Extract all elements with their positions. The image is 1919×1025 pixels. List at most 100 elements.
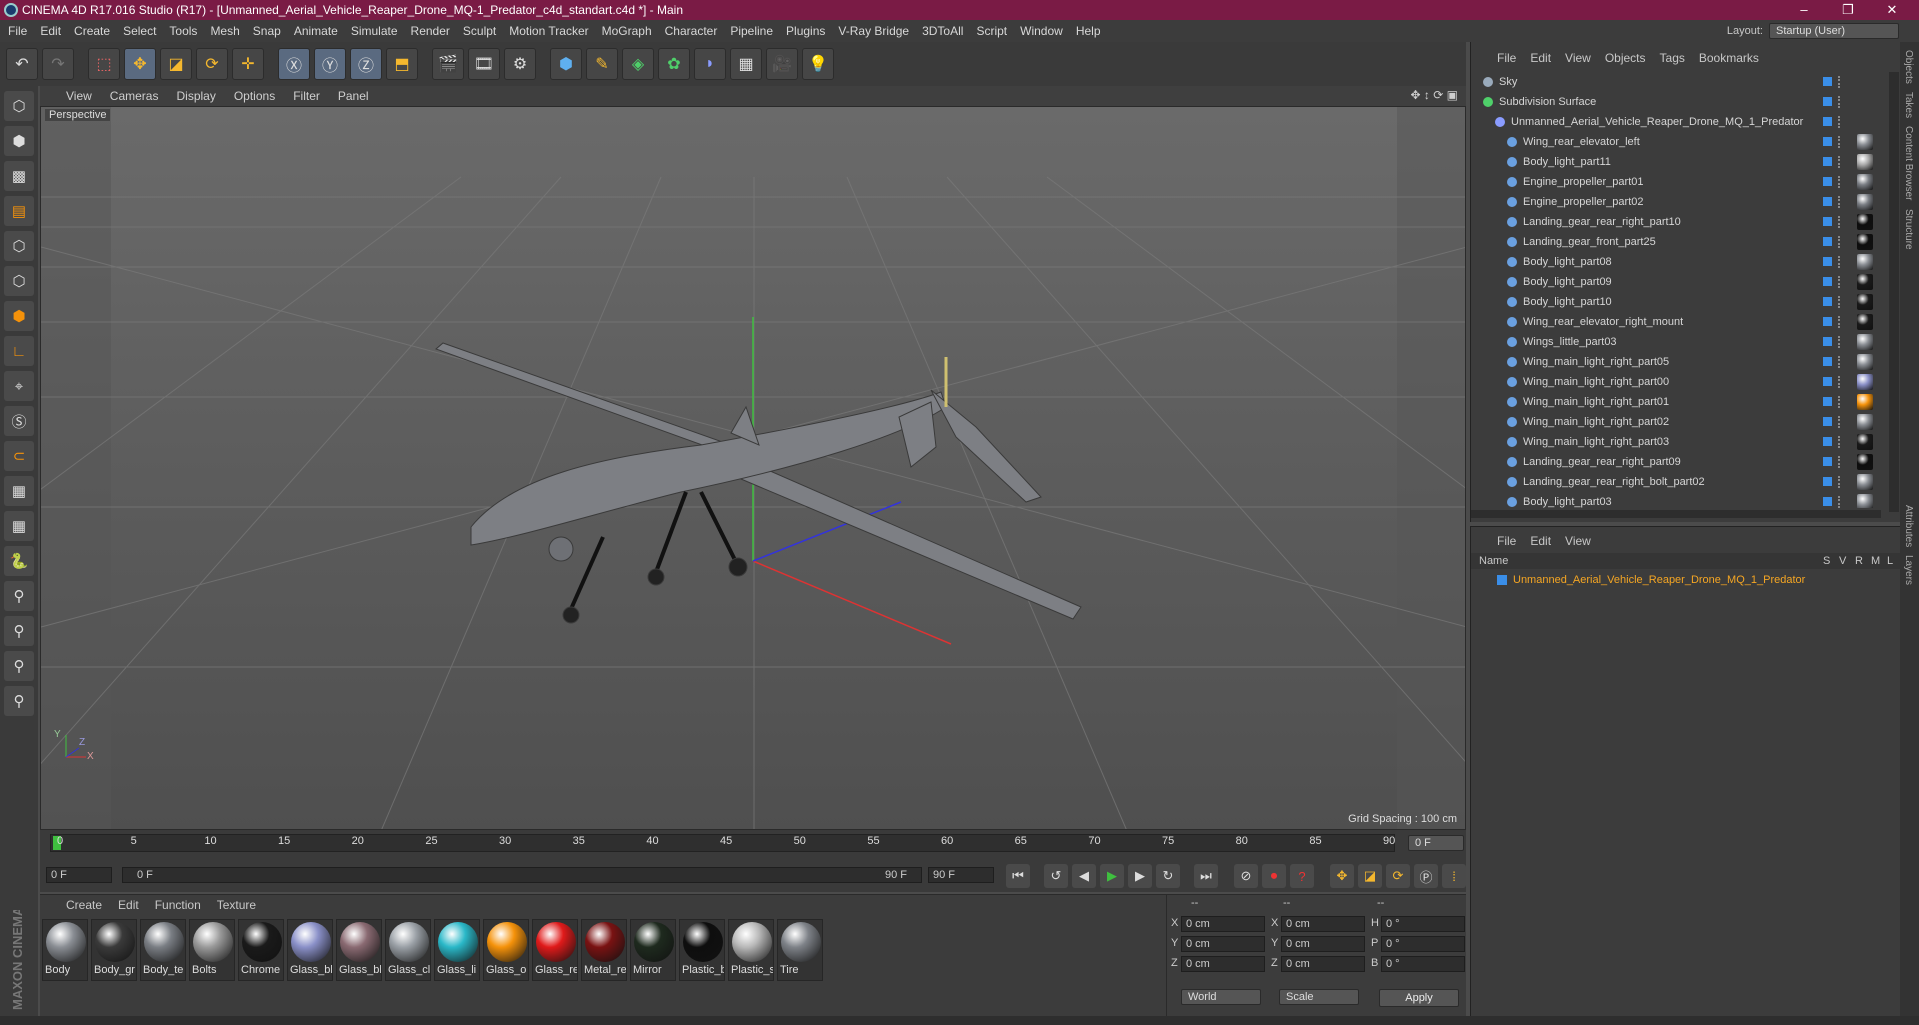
coord-rotation-field[interactable]: 0 ° [1381, 916, 1465, 932]
menu-animate[interactable]: Animate [294, 24, 338, 38]
object-row[interactable]: Body_light_part09 [1471, 272, 1901, 292]
visibility-dots[interactable] [1838, 196, 1842, 208]
coord-rotation-field[interactable]: 0 ° [1381, 956, 1465, 972]
layer-color-flag[interactable] [1823, 357, 1832, 366]
material-tag-icon[interactable] [1857, 274, 1873, 290]
material-tag-icon[interactable] [1857, 434, 1873, 450]
polygons-mode-icon[interactable]: ⬢ [4, 301, 34, 331]
object-row[interactable]: Landing_gear_rear_right_bolt_part02 [1471, 472, 1901, 492]
layer-color-flag[interactable] [1823, 137, 1832, 146]
record-keys-icon[interactable]: ⏺ [1262, 864, 1286, 888]
menu-create[interactable]: Create [74, 24, 110, 38]
material-tag-icon[interactable] [1857, 474, 1873, 490]
object-row[interactable]: Body_light_part08 [1471, 252, 1901, 272]
z-axis-lock-icon[interactable]: Ⓩ [350, 48, 382, 80]
coord-system-dropdown[interactable]: World [1181, 989, 1261, 1005]
key-scale-icon[interactable]: ◪ [1358, 864, 1382, 888]
material-swatch[interactable]: Chrome [238, 919, 284, 981]
object-row[interactable]: Unmanned_Aerial_Vehicle_Reaper_Drone_MQ_… [1471, 112, 1901, 132]
object-horizontal-scrollbar[interactable] [1471, 510, 1881, 518]
snap-magnet-icon[interactable]: ⊂ [4, 441, 34, 471]
menu-edit[interactable]: Edit [40, 24, 61, 38]
play-icon[interactable]: ▶ [1100, 864, 1124, 888]
object-vertical-scrollbar[interactable] [1889, 72, 1899, 512]
layer-color-flag[interactable] [1823, 157, 1832, 166]
material-swatch[interactable]: Tire [777, 919, 823, 981]
layer-color-flag[interactable] [1823, 177, 1832, 186]
material-swatch[interactable]: Glass_cl [385, 919, 431, 981]
layer-menu-edit[interactable]: Edit [1530, 534, 1551, 548]
material-tag-icon[interactable] [1857, 194, 1873, 210]
rotate-tool-icon[interactable]: ⟳ [196, 48, 228, 80]
material-tag-icon[interactable] [1857, 134, 1873, 150]
layer-color-flag[interactable] [1823, 237, 1832, 246]
material-swatch[interactable]: Body_gr [91, 919, 137, 981]
planar-workplane-icon[interactable]: ▦ [4, 511, 34, 541]
layer-color-flag[interactable] [1823, 397, 1832, 406]
visibility-dots[interactable] [1838, 436, 1842, 448]
object-row[interactable]: Wing_main_light_right_part03 [1471, 432, 1901, 452]
tweak-mode-icon[interactable]: ⌖ [4, 371, 34, 401]
material-tag-icon[interactable] [1857, 314, 1873, 330]
render-picture-viewer-icon[interactable]: 🎞 [468, 48, 500, 80]
material-tag-icon[interactable] [1857, 414, 1873, 430]
object-row[interactable]: Wing_rear_elevator_right_mount [1471, 312, 1901, 332]
material-swatch[interactable]: Body [42, 919, 88, 981]
material-tag-icon[interactable] [1857, 214, 1873, 230]
object-row[interactable]: Body_light_part11 [1471, 152, 1901, 172]
material-swatch[interactable]: Glass_li [434, 919, 480, 981]
timeline-ruler[interactable]: 0 5 10 15 20 25 30 35 40 45 50 55 60 65 70 75 80 85 90 [50, 834, 1395, 852]
object-menu-file[interactable]: File [1497, 51, 1516, 65]
visibility-dots[interactable] [1838, 156, 1842, 168]
object-row[interactable]: Body_light_part03 [1471, 492, 1901, 508]
key-parameter-icon[interactable]: Ⓟ [1414, 864, 1438, 888]
side-tab-layers[interactable]: Layers [1903, 555, 1914, 585]
menu-pipeline[interactable]: Pipeline [730, 24, 773, 38]
menu-help[interactable]: Help [1076, 24, 1101, 38]
side-tab-takes[interactable]: Takes [1903, 92, 1914, 118]
layer-color-flag[interactable] [1823, 457, 1832, 466]
visibility-dots[interactable] [1838, 316, 1842, 328]
viewport-menu-panel[interactable]: Panel [338, 89, 369, 103]
key-pla-icon[interactable]: ⁞ [1442, 864, 1466, 888]
object-row[interactable]: Engine_propeller_part01 [1471, 172, 1901, 192]
make-editable-icon[interactable]: ⬡ [4, 91, 34, 121]
viewport-menu-filter[interactable]: Filter [293, 89, 320, 103]
visibility-dots[interactable] [1838, 456, 1842, 468]
visibility-dots[interactable] [1838, 356, 1842, 368]
material-tag-icon[interactable] [1857, 294, 1873, 310]
layer-color-flag[interactable] [1823, 317, 1832, 326]
points-mode-icon[interactable]: ⬡ [4, 231, 34, 261]
visibility-dots[interactable] [1838, 276, 1842, 288]
layer-menu-view[interactable]: View [1565, 534, 1591, 548]
layer-color-flag[interactable] [1823, 217, 1832, 226]
python-icon[interactable]: 🐍 [4, 546, 34, 576]
visibility-dots[interactable] [1838, 296, 1842, 308]
next-frame-icon[interactable]: ▶ [1128, 864, 1152, 888]
side-tab-objects[interactable]: Objects [1903, 50, 1914, 84]
layer-color-flag[interactable] [1823, 97, 1832, 106]
object-row[interactable]: Wing_main_light_right_part00 [1471, 372, 1901, 392]
current-frame-field[interactable]: 0 F [1408, 835, 1464, 851]
menu-v-ray-bridge[interactable]: V-Ray Bridge [838, 24, 909, 38]
object-row[interactable]: Landing_gear_front_part25 [1471, 232, 1901, 252]
menu-render[interactable]: Render [411, 24, 450, 38]
goto-start-icon[interactable]: ⏮ [1006, 864, 1030, 888]
edges-mode-icon[interactable]: ⬡ [4, 266, 34, 296]
layer-menu-file[interactable]: File [1497, 534, 1516, 548]
object-row[interactable]: Wings_little_part03 [1471, 332, 1901, 352]
menu-motion-tracker[interactable]: Motion Tracker [509, 24, 588, 38]
side-tab-content-browser[interactable]: Content Browser [1903, 126, 1914, 200]
menu-plugins[interactable]: Plugins [786, 24, 825, 38]
model-mode-icon[interactable]: ⬢ [4, 126, 34, 156]
spline-pen-icon[interactable]: ✎ [586, 48, 618, 80]
light-icon[interactable]: 💡 [802, 48, 834, 80]
layer-color-flag[interactable] [1823, 297, 1832, 306]
material-tag-icon[interactable] [1857, 174, 1873, 190]
layer-color-flag[interactable] [1823, 77, 1832, 86]
object-menu-view[interactable]: View [1565, 51, 1591, 65]
sculpt-flatten-icon[interactable]: ⚲ [4, 686, 34, 716]
coord-position-field[interactable]: 0 cm [1181, 956, 1265, 972]
menu-tools[interactable]: Tools [169, 24, 197, 38]
viewport-menu-display[interactable]: Display [176, 89, 215, 103]
